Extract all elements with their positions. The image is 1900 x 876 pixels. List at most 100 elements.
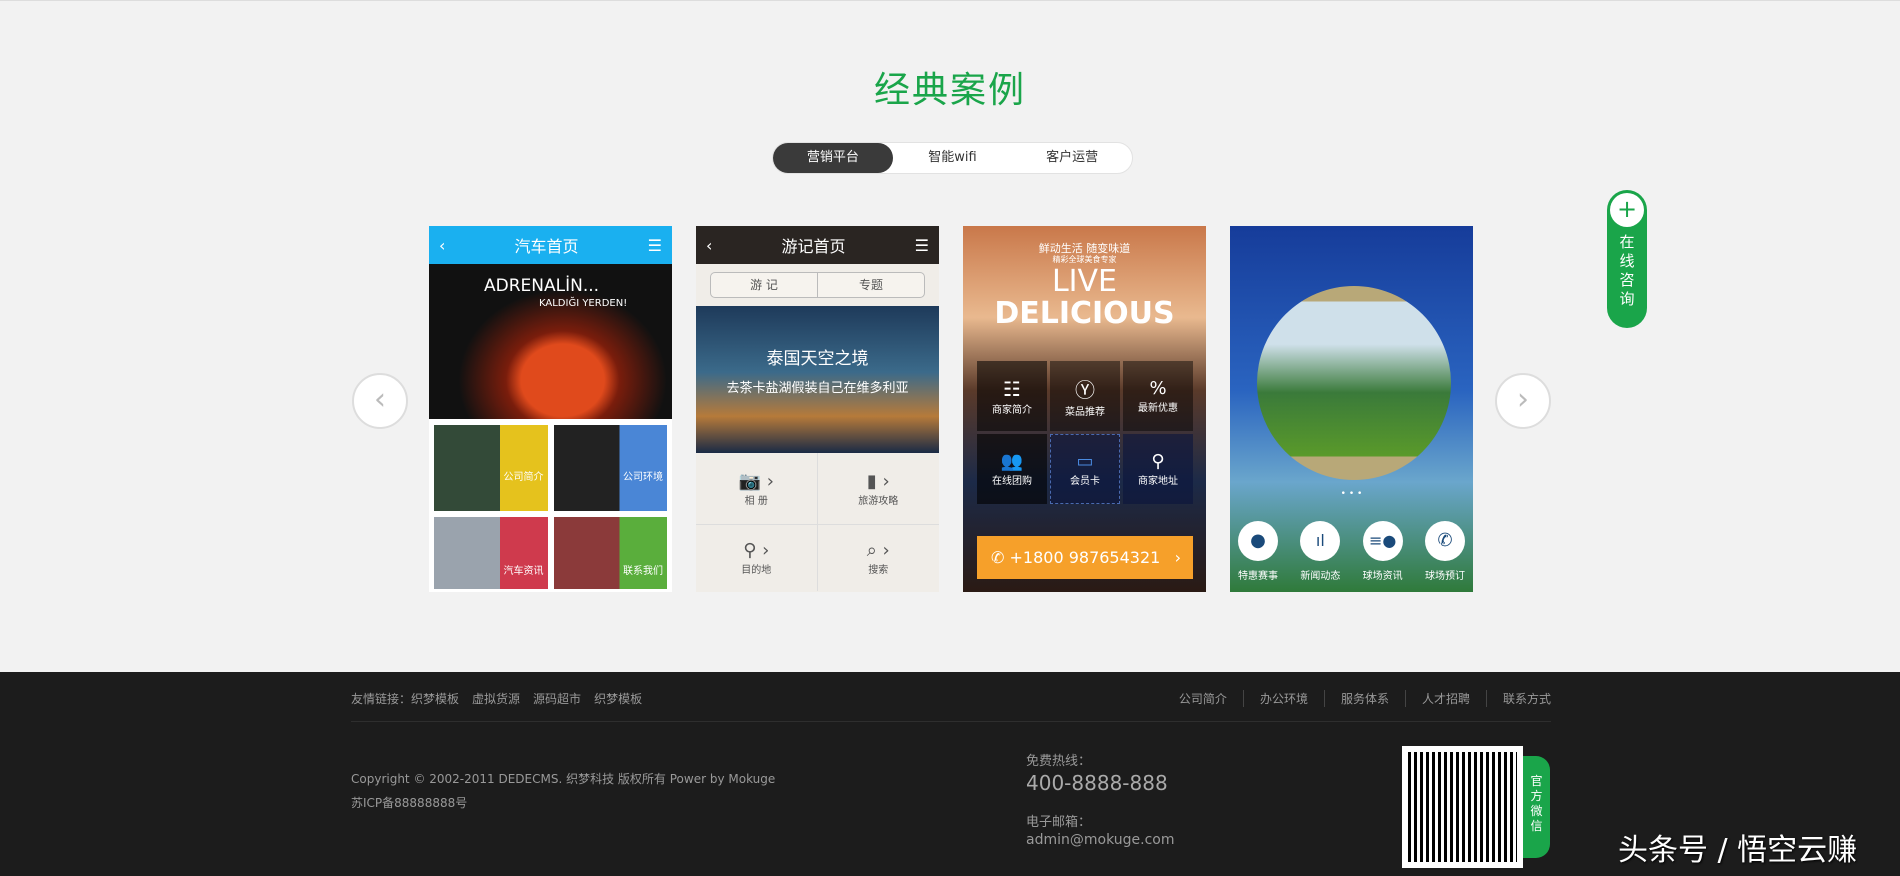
- back-icon: ‹: [706, 235, 713, 255]
- delicious-text: DELICIOUS: [994, 296, 1175, 331]
- dish-item[interactable]: Ⓨ 菜品推荐: [1050, 361, 1120, 431]
- watermark: 头条号 / 悟空云赚: [1618, 833, 1858, 868]
- phone-button[interactable]: ✆ +1800 987654321 ›: [977, 536, 1193, 579]
- camera-icon: 📷 ›: [738, 470, 774, 492]
- tile-news[interactable]: 汽车资讯: [434, 517, 548, 589]
- banner-subtitle: 去茶卡盐湖假装自己在维多利亚: [726, 381, 909, 396]
- fork-knife-icon: Ⓨ: [1075, 378, 1095, 402]
- footer-link-about[interactable]: 公司简介: [1163, 690, 1243, 707]
- item-label: 商家简介: [992, 404, 1032, 416]
- item-label: 旅游攻略: [858, 495, 899, 507]
- hotline-label: 免费热线：: [1026, 754, 1092, 769]
- item-label: 球场预订: [1424, 571, 1465, 582]
- merchant-intro-item[interactable]: ☷ 商家简介: [977, 361, 1047, 431]
- card-icon: ▭: [1076, 451, 1094, 472]
- destination-item[interactable]: ⚲ › 目的地: [696, 525, 818, 591]
- item-label: 商家地址: [1138, 476, 1178, 487]
- wechat-label: 官方微信: [1523, 756, 1550, 858]
- booking-item[interactable]: ✆ 球场预订: [1424, 521, 1465, 582]
- location-icon: ⚲ ›: [743, 540, 770, 561]
- book-icon: ▮ ›: [866, 470, 890, 492]
- tile-environment[interactable]: 公司环境: [553, 425, 667, 511]
- consult-label: 在线咨询: [1619, 233, 1635, 308]
- footer-link-contact[interactable]: 联系方式: [1485, 690, 1551, 707]
- search-item[interactable]: ⌕ › 搜索: [818, 525, 940, 591]
- golf-photo: [1257, 286, 1451, 480]
- case-card-travel[interactable]: ‹ 游记首页 ☰ 游 记 专题 泰国天空之境 去茶卡盐湖假装自己在维多利亚 📷 › 相…: [696, 226, 939, 592]
- discount-item[interactable]: % 最新优惠: [1123, 361, 1193, 431]
- prev-arrow-button[interactable]: ‹: [352, 373, 408, 429]
- search-icon: ⌕ ›: [866, 540, 890, 561]
- footer-link-office[interactable]: 办公环境: [1242, 690, 1324, 707]
- case-card-car[interactable]: ‹ 汽车首页 ☰ ADRENALİN... KALDIĞI YERDEN! 公司简介…: [429, 226, 672, 592]
- friend-link[interactable]: 织梦模板: [594, 690, 642, 707]
- list-icon: ☷: [1003, 376, 1021, 401]
- icp-text: 苏ICP备88888888号: [351, 796, 468, 810]
- chart-icon: ıl: [1300, 521, 1341, 561]
- tab-marketing[interactable]: 营销平台: [773, 143, 893, 173]
- item-label: 菜品推荐: [1065, 407, 1105, 418]
- tile-contact[interactable]: 联系我们: [553, 517, 667, 589]
- copyright-text: Copyright © 2002-2011 DEDECMS. 织梦科技 版权所有…: [351, 772, 776, 786]
- info-icon: ≡●: [1362, 521, 1403, 561]
- friend-link[interactable]: 虚拟货源: [472, 690, 520, 707]
- member-card-item[interactable]: ▭ 会员卡: [1050, 434, 1120, 504]
- online-consult-button[interactable]: + 在线咨询: [1607, 190, 1647, 328]
- group-buy-item[interactable]: 👥 在线团购: [977, 434, 1047, 504]
- banner-text: ADRENALİN...: [484, 276, 600, 296]
- item-label: 在线团购: [992, 476, 1032, 487]
- section-title: 经典案例: [873, 70, 1026, 111]
- item-label: 相 册: [744, 495, 768, 507]
- travel-banner: 泰国天空之境 去茶卡盐湖假装自己在维多利亚: [696, 306, 939, 453]
- item-label: 最新优惠: [1138, 403, 1178, 414]
- album-item[interactable]: 📷 › 相 册: [696, 453, 818, 525]
- tile-label: 公司环境: [623, 472, 663, 483]
- tile-label: 汽车资讯: [503, 566, 544, 577]
- item-label: 新闻动态: [1300, 571, 1341, 582]
- item-label: 目的地: [741, 565, 772, 576]
- carousel-dots: • • •: [1340, 489, 1363, 499]
- banner-title: 泰国天空之境: [766, 349, 869, 369]
- item-label: 搜索: [868, 565, 889, 576]
- address-item[interactable]: ⚲ 商家地址: [1123, 434, 1193, 504]
- travel-tab[interactable]: 游 记: [711, 273, 818, 297]
- phone-icon: ✆: [1424, 521, 1465, 561]
- menu-icon: ☰: [647, 235, 662, 255]
- event-item[interactable]: ● 特惠赛事: [1238, 521, 1278, 582]
- news-item[interactable]: ıl 新闻动态: [1300, 521, 1341, 582]
- travel-tab[interactable]: 专题: [818, 273, 924, 297]
- friend-link[interactable]: 源码超市: [533, 690, 581, 707]
- location-icon: ⚲: [1151, 451, 1165, 472]
- card-title: 游记首页: [781, 237, 846, 256]
- case-card-food[interactable]: 鲜动生活 随变味道 精彩全球美食专家 LIVE DELICIOUS ☷ 商家简介 …: [963, 226, 1206, 592]
- email-link[interactable]: admin@mokuge.com: [1026, 832, 1174, 848]
- car-banner: ADRENALİN... KALDIĞI YERDEN!: [429, 264, 672, 419]
- tab-customer[interactable]: 客户运营: [1012, 143, 1132, 173]
- wechat-label-text: 官方微信: [1530, 774, 1543, 833]
- percent-icon: %: [1149, 378, 1167, 399]
- footer-link-service[interactable]: 服务体系: [1323, 690, 1405, 707]
- people-icon: 👥: [1000, 451, 1024, 472]
- live-text: LIVE: [1051, 264, 1118, 299]
- footer-divider: [351, 721, 1551, 722]
- footer: 友情链接： 织梦模板 虚拟货源 源码超市 织梦模板 公司简介 办公环境 服务体系…: [0, 672, 1900, 876]
- back-icon: ‹: [439, 235, 446, 255]
- case-tabs: 营销平台 智能wifi 客户运营: [772, 142, 1133, 174]
- wechat-qr-code: [1402, 746, 1523, 868]
- guide-item[interactable]: ▮ › 旅游攻略: [817, 453, 939, 525]
- footer-link-jobs[interactable]: 人才招聘: [1404, 690, 1486, 707]
- banner-subtext: KALDIĞI YERDEN!: [539, 298, 628, 309]
- case-card-golf[interactable]: • • • ● 特惠赛事 ıl 新闻动态 ≡● 球场资讯 ✆ 球场预订: [1230, 226, 1473, 592]
- plus-icon: +: [1610, 193, 1644, 227]
- golf-ball-icon: ●: [1238, 521, 1278, 561]
- phone-number: +1800 987654321: [1009, 548, 1161, 567]
- next-arrow-button[interactable]: ›: [1495, 373, 1551, 429]
- tile-label: 联系我们: [623, 566, 663, 577]
- course-info-item[interactable]: ≡● 球场资讯: [1362, 521, 1403, 582]
- friend-link[interactable]: 织梦模板: [411, 690, 459, 707]
- hotline-number: 400-8888-888: [1026, 771, 1168, 795]
- tile-company[interactable]: 公司简介: [434, 425, 548, 511]
- item-label: 球场资讯: [1362, 571, 1403, 582]
- item-label: 会员卡: [1070, 476, 1100, 487]
- tab-wifi[interactable]: 智能wifi: [893, 143, 1013, 173]
